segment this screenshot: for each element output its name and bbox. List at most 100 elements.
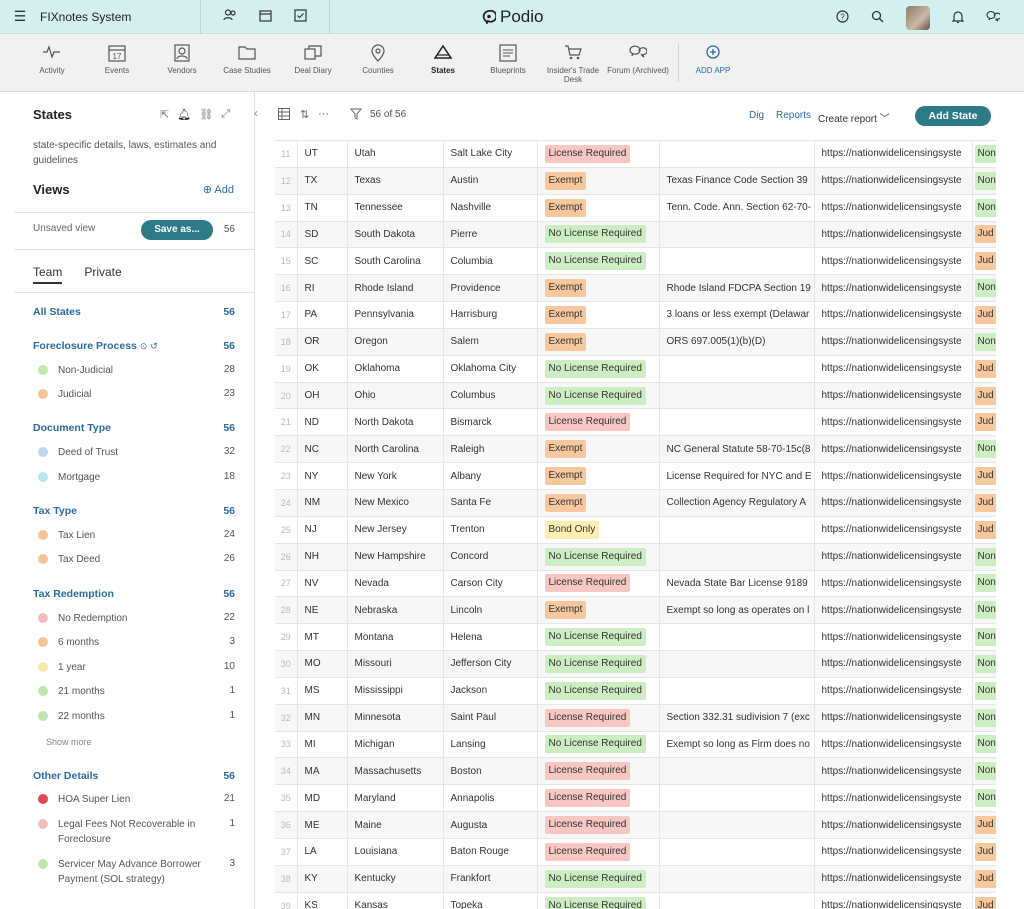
table-row[interactable]: 33 MI Michigan Lansing No License Required Ex… bbox=[275, 730, 996, 758]
table-row[interactable]: 14 SD South Dakota Pierre No License Require… bbox=[275, 220, 996, 248]
workspace-title[interactable]: FIXnotes System bbox=[40, 10, 200, 24]
licensing-link[interactable]: https://nationwidelicensingsyste bbox=[814, 542, 973, 570]
app-blueprints[interactable]: Blueprints bbox=[476, 44, 540, 75]
add-state-button[interactable]: Add State bbox=[915, 106, 991, 126]
licensing-link[interactable]: https://nationwidelicensingsyste bbox=[814, 488, 973, 517]
share-icon[interactable]: ⇱ bbox=[160, 108, 169, 121]
show-more-link[interactable]: Show more bbox=[46, 737, 92, 747]
expand-icon[interactable]: ⤢ bbox=[221, 108, 230, 121]
state-name[interactable]: Maryland bbox=[347, 784, 444, 812]
app-events[interactable]: 17 Events bbox=[85, 44, 149, 75]
avatar[interactable] bbox=[906, 6, 930, 30]
reports-link[interactable]: Reports bbox=[776, 110, 811, 121]
table-row[interactable]: 21 ND North Dakota Bismarck License Required… bbox=[275, 408, 996, 436]
state-name[interactable]: New Jersey bbox=[347, 515, 444, 544]
state-name[interactable]: Montana bbox=[347, 623, 444, 651]
app-insiders-trade-desk[interactable]: Insider's Trade Desk bbox=[541, 44, 605, 84]
table-row[interactable]: 12 TX Texas Austin Exempt Texas Finance Code … bbox=[275, 166, 996, 195]
licensing-link[interactable]: https://nationwidelicensingsyste bbox=[814, 864, 973, 893]
state-name[interactable]: Massachusetts bbox=[347, 757, 444, 785]
state-name[interactable]: Minnesota bbox=[347, 703, 444, 732]
licensing-link[interactable]: https://nationwidelicensingsyste bbox=[814, 220, 973, 248]
help-icon[interactable]: ? bbox=[836, 10, 849, 26]
state-name[interactable]: Louisiana bbox=[347, 837, 444, 866]
table-row[interactable]: 20 OH Ohio Columbus No License Required https… bbox=[275, 381, 996, 409]
bell-icon[interactable] bbox=[951, 10, 965, 26]
state-name[interactable]: South Carolina bbox=[347, 247, 444, 275]
filter-item[interactable]: Tax Deed bbox=[38, 552, 218, 567]
filter-item[interactable]: Tax Lien bbox=[38, 528, 218, 543]
state-name[interactable]: South Dakota bbox=[347, 220, 444, 248]
licensing-link[interactable]: https://nationwidelicensingsyste bbox=[814, 354, 973, 383]
state-name[interactable]: New York bbox=[347, 462, 444, 490]
table-row[interactable]: 37 LA Louisiana Baton Rouge License Required… bbox=[275, 837, 996, 866]
filter-item[interactable]: HOA Super Lien bbox=[38, 792, 218, 807]
app-activity[interactable]: Activity bbox=[20, 44, 84, 75]
filter-item[interactable]: Legal Fees Not Recoverable in Foreclosur… bbox=[38, 817, 198, 847]
table-row[interactable]: 30 MO Missouri Jefferson City No License Req… bbox=[275, 650, 996, 678]
hamburger-menu-icon[interactable]: ☰ bbox=[0, 8, 40, 25]
app-forum[interactable]: Forum (Archived) bbox=[606, 44, 670, 75]
licensing-link[interactable]: https://nationwidelicensingsyste bbox=[814, 650, 973, 678]
state-name[interactable]: Kentucky bbox=[347, 864, 444, 893]
table-row[interactable]: 16 RI Rhode Island Providence Exempt Rhode Is… bbox=[275, 274, 996, 302]
licensing-link[interactable]: https://nationwidelicensingsyste bbox=[814, 569, 973, 597]
state-name[interactable]: Utah bbox=[347, 140, 444, 168]
filter-group-document-type[interactable]: Document Type bbox=[33, 422, 111, 434]
state-name[interactable]: New Mexico bbox=[347, 488, 444, 517]
filter-item[interactable]: Judicial bbox=[38, 387, 218, 402]
collapse-panel-icon[interactable]: ‹ bbox=[254, 106, 266, 126]
licensing-link[interactable]: https://nationwidelicensingsyste bbox=[814, 730, 973, 758]
filter-item[interactable]: 6 months bbox=[38, 635, 218, 650]
state-name[interactable]: North Dakota bbox=[347, 408, 444, 436]
state-name[interactable]: Nebraska bbox=[347, 596, 444, 624]
licensing-link[interactable]: https://nationwidelicensingsyste bbox=[814, 247, 973, 275]
filter-item[interactable]: Deed of Trust bbox=[38, 445, 218, 460]
licensing-link[interactable]: https://nationwidelicensingsyste bbox=[814, 140, 973, 168]
table-row[interactable]: 36 ME Maine Augusta License Required https://… bbox=[275, 811, 996, 839]
table-row[interactable]: 17 PA Pennsylvania Harrisburg Exempt 3 loans … bbox=[275, 301, 996, 329]
filter-group-foreclosure-process[interactable]: Foreclosure Process ⊙ ↺ bbox=[33, 340, 158, 352]
table-row[interactable]: 39 KS Kansas Topeka No License Required https… bbox=[275, 891, 996, 909]
licensing-link[interactable]: https://nationwidelicensingsyste bbox=[814, 462, 973, 490]
licensing-link[interactable]: https://nationwidelicensingsyste bbox=[814, 327, 973, 356]
link-icon[interactable]: ⛓︎ bbox=[199, 108, 213, 121]
state-name[interactable]: Rhode Island bbox=[347, 274, 444, 302]
licensing-link[interactable]: https://nationwidelicensingsyste bbox=[814, 891, 973, 909]
state-name[interactable]: Texas bbox=[347, 166, 444, 195]
state-name[interactable]: Mississippi bbox=[347, 676, 444, 705]
chat-icon[interactable] bbox=[986, 10, 1002, 26]
podio-logo[interactable]: Podio bbox=[482, 7, 543, 27]
app-vendors[interactable]: Vendors bbox=[150, 44, 214, 75]
table-row[interactable]: 13 TN Tennessee Nashville Exempt Tenn. Code. … bbox=[275, 193, 996, 222]
app-counties[interactable]: Counties bbox=[346, 44, 410, 75]
add-app-button[interactable]: ADD APP bbox=[681, 44, 745, 75]
licensing-link[interactable]: https://nationwidelicensingsyste bbox=[814, 837, 973, 866]
table-row[interactable]: 34 MA Massachusetts Boston License Required h… bbox=[275, 757, 996, 785]
table-row[interactable]: 35 MD Maryland Annapolis License Required htt… bbox=[275, 784, 996, 812]
filter-item[interactable]: 22 months bbox=[38, 709, 218, 724]
table-view-icon[interactable] bbox=[278, 108, 290, 123]
filter-item[interactable]: Mortgage bbox=[38, 470, 218, 485]
filter-group-other-details[interactable]: Other Details bbox=[33, 770, 98, 782]
table-row[interactable]: 23 NY New York Albany Exempt License Required… bbox=[275, 462, 996, 490]
table-row[interactable]: 22 NC North Carolina Raleigh Exempt NC Genera… bbox=[275, 435, 996, 463]
licensing-link[interactable]: https://nationwidelicensingsyste bbox=[814, 193, 973, 222]
table-row[interactable]: 27 NV Nevada Carson City License Required Nev… bbox=[275, 569, 996, 597]
table-row[interactable]: 32 MN Minnesota Saint Paul License Required S… bbox=[275, 703, 996, 732]
filter-all-states[interactable]: All States bbox=[33, 306, 81, 318]
settings-icon[interactable]: ⊙ bbox=[140, 341, 148, 351]
app-states[interactable]: States bbox=[411, 44, 475, 75]
dig-link[interactable]: Dig bbox=[749, 110, 764, 121]
create-report-dropdown[interactable]: Create report ﹀ bbox=[818, 110, 890, 125]
filter-item[interactable]: 1 year bbox=[38, 660, 218, 675]
state-name[interactable]: Oklahoma bbox=[347, 354, 444, 383]
app-deal-diary[interactable]: Deal Diary bbox=[281, 44, 345, 75]
table-row[interactable]: 38 KY Kentucky Frankfort No License Required… bbox=[275, 864, 996, 893]
state-name[interactable]: North Carolina bbox=[347, 435, 444, 463]
state-name[interactable]: Missouri bbox=[347, 650, 444, 678]
filter-item[interactable]: Servicer May Advance Borrower Payment (S… bbox=[38, 857, 206, 887]
calendar-icon[interactable] bbox=[259, 9, 272, 25]
table-row[interactable]: 18 OR Oregon Salem Exempt ORS 697.005(1)(b)(D… bbox=[275, 327, 996, 356]
filter-item[interactable]: 21 months bbox=[38, 684, 218, 699]
